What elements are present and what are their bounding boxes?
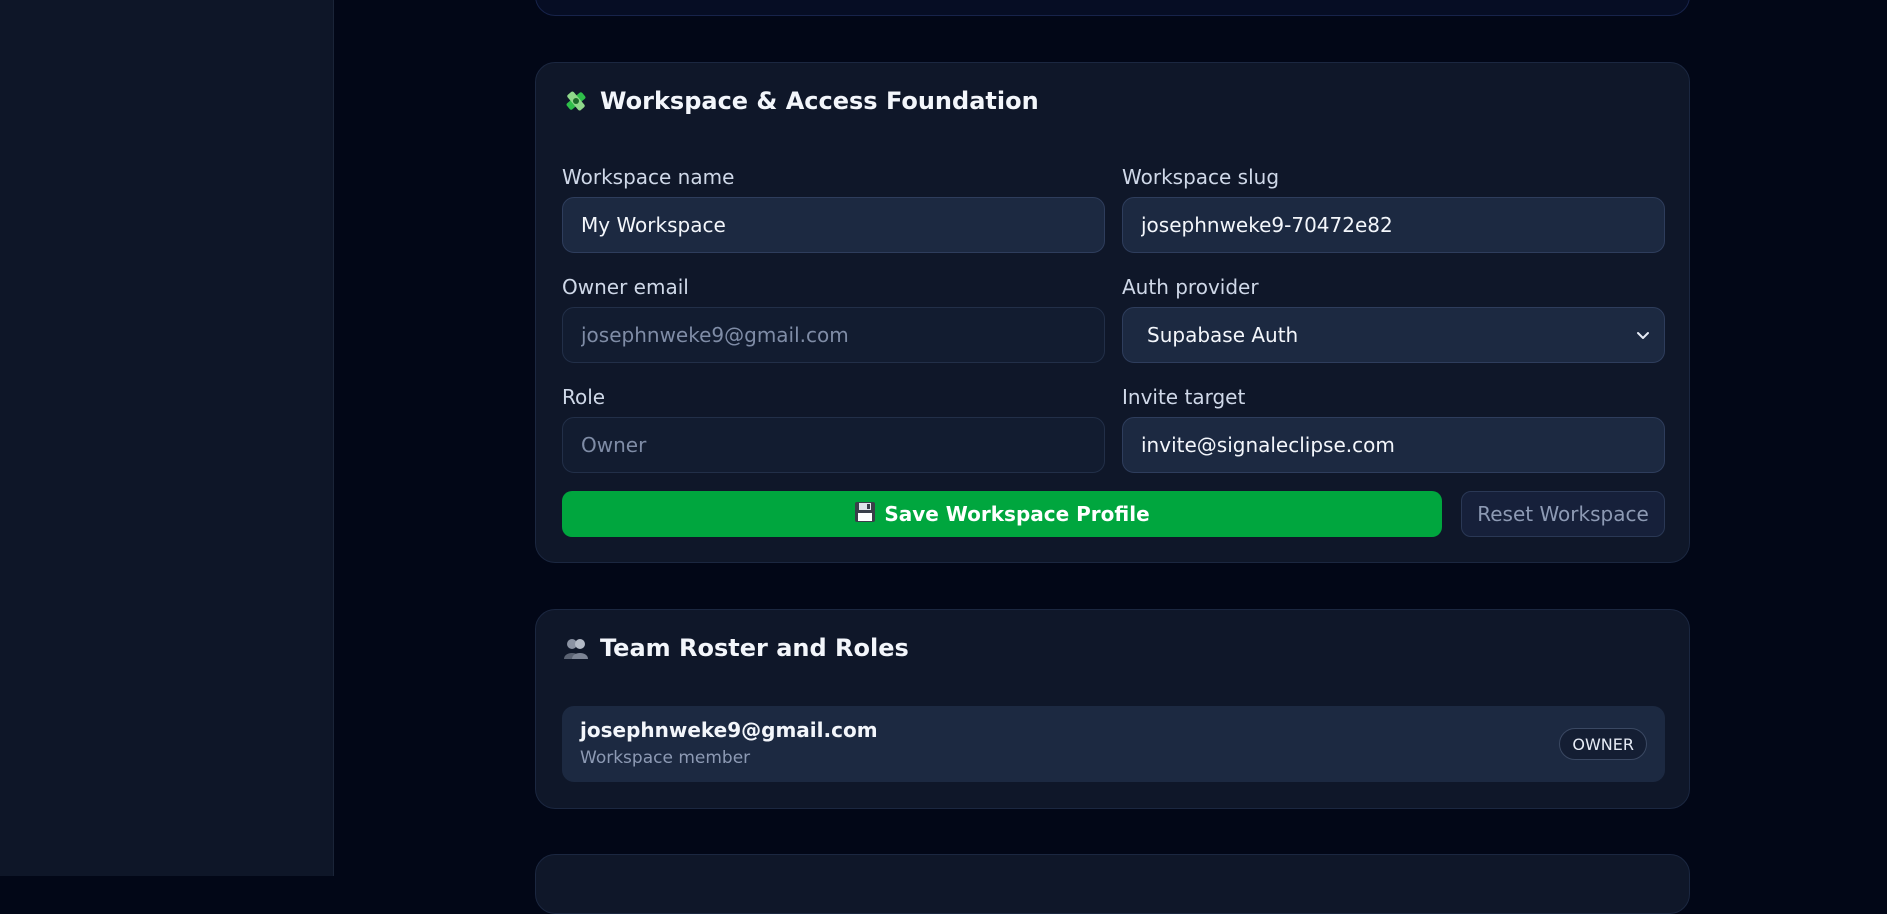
member-subtitle: Workspace member <box>580 748 751 768</box>
people-icon <box>562 634 590 662</box>
auth-provider-value: Supabase Auth <box>1147 323 1299 347</box>
role-field: Role <box>562 385 1105 473</box>
auth-provider-field: Auth provider Supabase Auth <box>1122 275 1665 363</box>
invite-target-input[interactable] <box>1122 417 1665 473</box>
workspace-name-field: Workspace name <box>562 165 1105 253</box>
auth-provider-select[interactable]: Supabase Auth <box>1122 307 1665 363</box>
workspace-card-title: Workspace & Access Foundation <box>562 87 1039 115</box>
save-workspace-profile-button[interactable]: Save Workspace Profile <box>562 491 1442 537</box>
role-label: Role <box>562 385 606 409</box>
workspace-slug-label: Workspace slug <box>1122 165 1280 189</box>
owner-email-field: Owner email <box>562 275 1105 363</box>
member-email: josephnweke9@gmail.com <box>580 718 878 742</box>
owner-email-input[interactable] <box>562 307 1105 363</box>
workspace-slug-field: Workspace slug <box>1122 165 1665 253</box>
role-input[interactable] <box>562 417 1105 473</box>
main-content: Workspace & Access Foundation Workspace … <box>335 0 1887 914</box>
reset-workspace-button[interactable]: Reset Workspace <box>1461 491 1665 537</box>
workspace-name-input[interactable] <box>562 197 1105 253</box>
workspace-slug-input[interactable] <box>1122 197 1665 253</box>
invite-target-label: Invite target <box>1122 385 1246 409</box>
save-workspace-profile-label: Save Workspace Profile <box>884 502 1150 526</box>
next-card <box>535 854 1690 914</box>
auth-provider-label: Auth provider <box>1122 275 1259 299</box>
floppy-disk-icon <box>854 501 876 528</box>
sidebar <box>0 0 334 876</box>
workspace-access-card: Workspace & Access Foundation Workspace … <box>535 62 1690 563</box>
previous-card <box>535 0 1690 16</box>
owner-email-label: Owner email <box>562 275 689 299</box>
team-roster-card: Team Roster and Roles josephnweke9@gmail… <box>535 609 1690 809</box>
puzzle-piece-icon <box>562 87 590 115</box>
workspace-name-label: Workspace name <box>562 165 735 189</box>
invite-target-field: Invite target <box>1122 385 1665 473</box>
team-card-title-text: Team Roster and Roles <box>600 634 909 662</box>
workspace-card-title-text: Workspace & Access Foundation <box>600 87 1039 115</box>
team-member-row: josephnweke9@gmail.com Workspace member … <box>562 706 1665 782</box>
role-badge: OWNER <box>1559 728 1647 760</box>
chevron-down-icon <box>1637 332 1649 339</box>
team-card-title: Team Roster and Roles <box>562 634 909 662</box>
